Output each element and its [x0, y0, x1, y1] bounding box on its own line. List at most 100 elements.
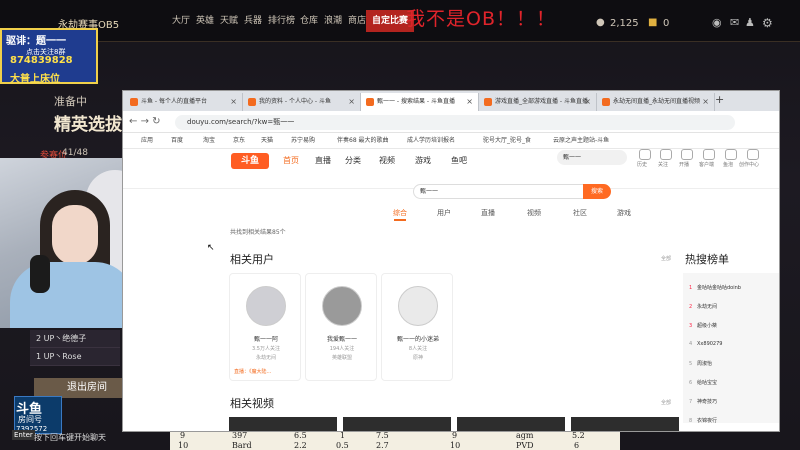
hot-term: 神奇技巧 [697, 399, 718, 405]
score-cell: Bard [232, 441, 252, 450]
browser-tab-title: 斗鱼 - 每个人的直播平台 [141, 98, 207, 105]
video-thumbnail[interactable] [343, 417, 451, 431]
nav-home[interactable]: 首页 [283, 155, 299, 166]
user-category: 永劫无间 [255, 355, 276, 361]
close-icon[interactable]: × [584, 93, 591, 111]
gold-icon: ■ [648, 17, 658, 28]
video-thumbnail[interactable] [457, 417, 565, 431]
score-table: 9 397 6.5 1 7.5 9 agm 5.2 10 Bard 2.2 0.… [170, 430, 620, 450]
browser-tab[interactable]: 永劫无间直播_永劫无间直播视频 × [597, 93, 715, 111]
bookmark-item[interactable]: 应用 [141, 135, 153, 144]
user-card[interactable]: 甄一一的小迷弟 8人关注 原神 [381, 273, 453, 381]
bookmark-item[interactable]: 云原之声主题站-斗鱼 [553, 135, 609, 144]
hot-rank: 7 [689, 399, 693, 405]
address-bar[interactable]: douyu.com/search/?kw=甄一一 [175, 115, 735, 130]
creator-icon[interactable] [747, 149, 759, 160]
close-icon[interactable]: × [348, 93, 355, 111]
hot-search-item[interactable]: 6 给咕宝宝 [689, 379, 717, 386]
search-tab-users[interactable]: 用户 [437, 208, 451, 218]
nav-games[interactable]: 游戏 [415, 155, 431, 166]
history-icon[interactable] [639, 149, 651, 160]
nav-video[interactable]: 视频 [379, 155, 395, 166]
browser-tab-title: 游戏直播_全部游戏直播 - 斗鱼直播 [495, 98, 588, 105]
search-tab-games[interactable]: 游戏 [617, 208, 631, 218]
video-thumbnail[interactable] [229, 417, 337, 431]
browser-tab[interactable]: 游戏直播_全部游戏直播 - 斗鱼直播 × [479, 93, 597, 111]
hot-search-item[interactable]: 2 永劫无间 [689, 303, 717, 310]
notice-icon[interactable]: ◉ [712, 16, 722, 29]
chat-hint[interactable]: 按下回车键开始聊天 [34, 432, 106, 443]
search-tab-video[interactable]: 视频 [527, 208, 541, 218]
bookmark-item[interactable]: 京东 [233, 135, 245, 144]
search-input[interactable]: 甄一一 [413, 184, 587, 199]
search-tab-live[interactable]: 直播 [481, 208, 495, 218]
mode-title: 精英选拔 [54, 115, 122, 135]
search-tab-community[interactable]: 社区 [573, 208, 587, 218]
browser-tab[interactable]: 斗鱼 - 每个人的直播平台 × [125, 93, 243, 111]
bookmark-item[interactable]: 伴奏68 最大的歌曲 [337, 135, 389, 144]
hot-rank: 4 [689, 341, 693, 347]
result-count: 共找到相关结果85个 [230, 229, 286, 236]
nav-live[interactable]: 直播 [315, 155, 331, 166]
mail-icon[interactable]: ✉ [730, 16, 739, 29]
nav-fishbar[interactable]: 鱼吧 [451, 155, 467, 166]
user-card[interactable]: 甄一一阿 3.5万人关注 永劫无间 直播：《魔大陆... [229, 273, 301, 381]
douyu-favicon-icon [130, 98, 138, 106]
player-list-item[interactable]: 2 UP丶绝德子 [30, 330, 120, 348]
hot-rank: 3 [689, 323, 693, 329]
score-cell: 9 [180, 431, 186, 440]
douyu-logo[interactable]: 斗鱼 [231, 153, 269, 169]
hot-search-item[interactable]: 7 神奇技巧 [689, 398, 717, 405]
browser-window: 斗鱼 - 每个人的直播平台 × 我的资料 - 个人中心 - 斗鱼 × 甄一一 - 搜… [122, 90, 780, 432]
close-icon[interactable]: × [466, 93, 473, 111]
bookmark-item[interactable]: 天猫 [261, 135, 273, 144]
hot-term: 给咕宝宝 [697, 380, 718, 386]
score-cell: 10 [178, 441, 189, 450]
new-tab-button[interactable]: + [715, 93, 724, 106]
back-icon[interactable]: ← [129, 116, 137, 127]
douyu-favicon-icon [484, 98, 492, 106]
browser-tab-active[interactable]: 甄一一 - 搜索结果 - 斗鱼直播 × [361, 93, 479, 111]
bookmark-item[interactable]: 百度 [171, 135, 183, 144]
section-title-videos: 相关视频 [230, 397, 274, 410]
bookmark-item[interactable]: 苏宁易购 [291, 135, 315, 144]
site-search-input[interactable]: 甄一一 [557, 150, 627, 165]
hot-search-item[interactable]: 4 Xx890279 [689, 341, 722, 347]
forward-icon[interactable]: → [141, 116, 149, 127]
browser-tab[interactable]: 我的资料 - 个人中心 - 斗鱼 × [243, 93, 361, 111]
view-all-videos-link[interactable]: 全部 [661, 399, 671, 406]
nav-category[interactable]: 分类 [345, 155, 361, 166]
hot-rank: 5 [689, 361, 693, 367]
broadcast-icon[interactable] [681, 149, 693, 160]
overlay-qq-number: 874839828 [10, 55, 73, 66]
hot-search-item[interactable]: 8 衣锦夜行 [689, 417, 717, 424]
user-fans: 8人关注 [408, 346, 428, 352]
client-icon[interactable] [703, 149, 715, 160]
friends-icon[interactable]: ♟ [745, 16, 755, 29]
score-cell: agm [516, 431, 534, 440]
user-card[interactable]: 我爱甄一一 194人关注 英雄联盟 [305, 273, 377, 381]
reload-icon[interactable]: ↻ [152, 116, 160, 127]
view-all-users-link[interactable]: 全部 [661, 255, 671, 262]
bookmark-item[interactable]: 成人学历培训报名 [407, 135, 455, 144]
hot-term: Xx890279 [697, 341, 723, 347]
hot-search-title: 热搜榜单 [685, 253, 729, 266]
close-icon[interactable]: × [230, 93, 237, 111]
close-icon[interactable]: × [702, 93, 709, 111]
hot-search-item[interactable]: 1 金咕咕金咕咕doinb [689, 284, 741, 291]
hot-search-item[interactable]: 3 超级小桀 [689, 322, 717, 329]
fishbubble-icon[interactable] [725, 149, 737, 160]
user-live-status[interactable]: 直播：《魔大陆... [234, 368, 271, 375]
hot-search-item[interactable]: 5 周淑怡 [689, 360, 712, 367]
search-button[interactable]: 搜索 [583, 184, 611, 199]
video-thumbnail[interactable] [571, 417, 679, 431]
gear-icon[interactable]: ⚙ [762, 16, 773, 30]
follow-icon[interactable] [660, 149, 672, 160]
bookmark-item[interactable]: 驼号大厅_驼号_食 [483, 135, 531, 144]
search-tab-all[interactable]: 综合 [393, 208, 407, 218]
bookmark-item[interactable]: 淘宝 [203, 135, 215, 144]
header-icon-label: 开播 [679, 162, 690, 168]
hot-term: 衣锦夜行 [697, 418, 718, 424]
player-list-item[interactable]: 1 UP丶Rose [30, 348, 120, 366]
score-cell: 397 [232, 431, 248, 440]
